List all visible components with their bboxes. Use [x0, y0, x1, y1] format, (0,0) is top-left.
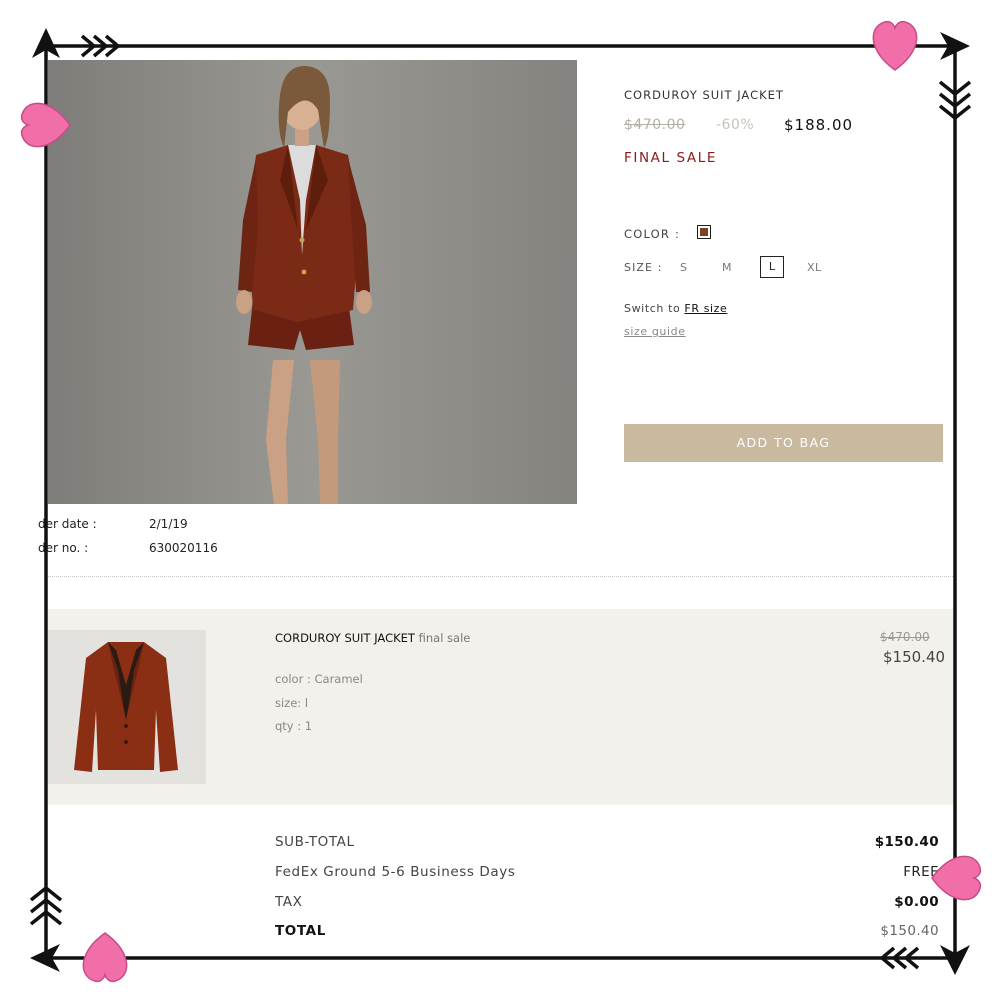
line-item-name: CORDUROY SUIT JACKET	[275, 631, 415, 645]
color-label: COLOR :	[624, 227, 681, 241]
line-item-color: color : Caramel	[275, 672, 363, 686]
shipping-label: FedEx Ground 5-6 Business Days	[275, 864, 516, 880]
divider	[48, 576, 953, 577]
product-photo	[48, 60, 577, 504]
heart-icon	[82, 932, 128, 983]
tax-label: TAX	[275, 894, 303, 910]
shipping-value: FREE	[903, 864, 939, 880]
size-option-m[interactable]: M	[722, 261, 732, 274]
order-date-label: der date :	[38, 517, 97, 531]
line-item-title: CORDUROY SUIT JACKET final sale	[275, 631, 470, 645]
switch-prefix: Switch to	[624, 302, 681, 315]
sale-price: $188.00	[784, 116, 854, 134]
discount-badge: -60%	[716, 117, 755, 133]
color-swatch-caramel[interactable]	[697, 225, 711, 239]
size-option-l-selected[interactable]: L	[760, 256, 784, 278]
line-item-tag: final sale	[418, 631, 471, 645]
order-number-value: 630020116	[149, 541, 218, 555]
swatch-fill	[700, 228, 708, 236]
line-item-thumbnail	[48, 630, 206, 784]
subtotal-label: SUB-TOTAL	[275, 834, 355, 850]
product-name: CORDUROY SUIT JACKET	[624, 88, 784, 102]
total-value: $150.40	[880, 923, 939, 939]
heart-icon	[931, 855, 982, 901]
tax-value: $0.00	[894, 894, 939, 910]
size-guide-link[interactable]: size guide	[624, 325, 686, 338]
order-date-value: 2/1/19	[149, 517, 188, 531]
add-to-bag-button[interactable]: ADD TO BAG	[624, 424, 943, 462]
heart-icon	[872, 20, 918, 71]
line-item-price: $150.40	[883, 648, 946, 666]
subtotal-value: $150.40	[874, 834, 939, 850]
size-system-switch: Switch to FR size	[624, 302, 727, 315]
line-item-original-price: $470.00	[880, 630, 930, 644]
final-sale-label: FINAL SALE	[624, 150, 717, 166]
total-label: TOTAL	[275, 923, 326, 939]
size-option-xl[interactable]: XL	[807, 261, 822, 274]
order-number-label: der no. :	[38, 541, 89, 555]
size-option-s[interactable]: S	[680, 261, 687, 274]
fr-size-link[interactable]: FR size	[684, 302, 727, 315]
line-item-size: size: l	[275, 696, 309, 710]
original-price: $470.00	[624, 117, 686, 133]
size-label: SIZE :	[624, 261, 663, 274]
line-item-qty: qty : 1	[275, 719, 313, 733]
